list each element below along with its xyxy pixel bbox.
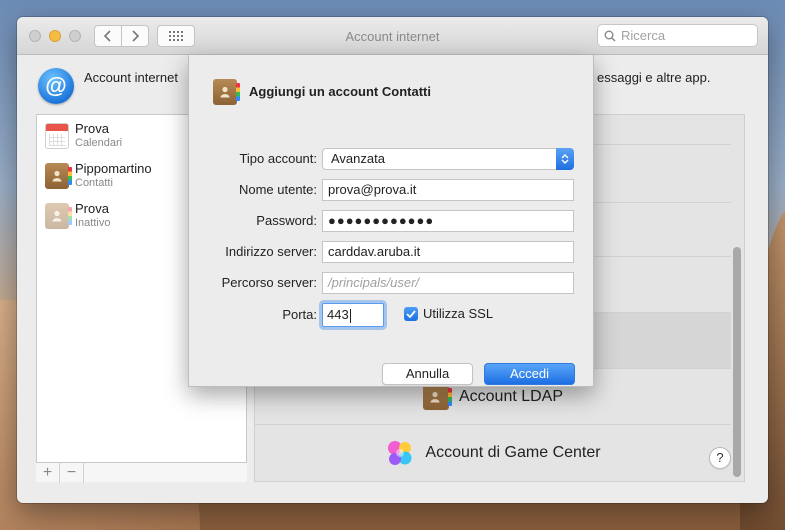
sign-in-button[interactable]: Accedi [484, 363, 575, 385]
account-subtitle: Inattivo [75, 217, 111, 229]
provider-game-center[interactable]: Account di Game Center [255, 425, 731, 481]
internet-accounts-icon: @ [38, 68, 74, 104]
contacts-icon [45, 163, 72, 189]
server-address-row: Indirizzo server: carddav.aruba.it [189, 241, 595, 263]
preferences-window: Account internet Ricerca @ Account inter… [17, 17, 768, 503]
scrollbar[interactable] [733, 247, 741, 477]
field-label: Indirizzo server: [225, 244, 317, 259]
field-label: Password: [256, 213, 317, 228]
add-account-button[interactable]: + [36, 463, 60, 483]
username-field[interactable]: prova@prova.it [322, 179, 574, 201]
cancel-button[interactable]: Annulla [382, 363, 473, 385]
contacts-icon [213, 79, 240, 105]
port-row: Porta: 443 Utilizza SSL [189, 303, 595, 327]
contacts-icon [45, 203, 72, 229]
help-button[interactable]: ? [709, 447, 731, 469]
provider-label: Account di Game Center [425, 444, 601, 461]
server-address-field[interactable]: carddav.aruba.it [322, 241, 574, 263]
account-name: Prova [75, 121, 109, 136]
account-type-row: Tipo account: Avanzata [189, 148, 595, 170]
field-label: Tipo account: [239, 151, 317, 166]
header-description: Account internet [84, 70, 178, 85]
title-bar: Account internet Ricerca [17, 17, 768, 55]
search-input[interactable]: Ricerca [597, 24, 758, 47]
ssl-label: Utilizza SSL [423, 306, 494, 321]
sidebar-footer: + − [36, 462, 247, 483]
remove-account-button[interactable]: − [60, 463, 84, 483]
contacts-icon [422, 383, 452, 410]
port-field[interactable]: 443 [322, 303, 384, 327]
account-name: Pippomartino [75, 161, 152, 176]
dialog-title: Aggiungi un account Contatti [249, 84, 431, 99]
field-label: Percorso server: [221, 275, 317, 290]
select-value: Avanzata [331, 151, 385, 166]
header-description-tail: essaggi e altre app. [597, 70, 711, 85]
checkmark-icon [404, 306, 418, 321]
updown-arrows-icon [556, 148, 574, 170]
server-path-field[interactable]: /principals/user/ [322, 272, 574, 294]
password-row: Password: ●●●●●●●●●●●● [189, 210, 595, 232]
ssl-checkbox[interactable]: Utilizza SSL [404, 306, 493, 321]
provider-label: Account LDAP [458, 387, 564, 405]
account-type-select[interactable]: Avanzata [322, 148, 574, 170]
calendar-icon [45, 123, 69, 149]
account-subtitle: Contatti [75, 177, 113, 189]
field-label: Nome utente: [238, 182, 317, 197]
add-account-dialog: Aggiungi un account Contatti Tipo accoun… [188, 55, 594, 387]
game-center-icon [388, 441, 412, 465]
port-value: 443 [327, 307, 349, 322]
account-subtitle: Calendari [75, 137, 123, 149]
server-path-row: Percorso server: /principals/user/ [189, 272, 595, 294]
field-label: Porta: [282, 307, 317, 322]
search-placeholder: Ricerca [621, 28, 666, 43]
text-caret [349, 308, 351, 323]
search-icon [604, 30, 616, 42]
password-field[interactable]: ●●●●●●●●●●●● [322, 210, 574, 232]
account-name: Prova [75, 201, 109, 216]
username-row: Nome utente: prova@prova.it [189, 179, 595, 201]
